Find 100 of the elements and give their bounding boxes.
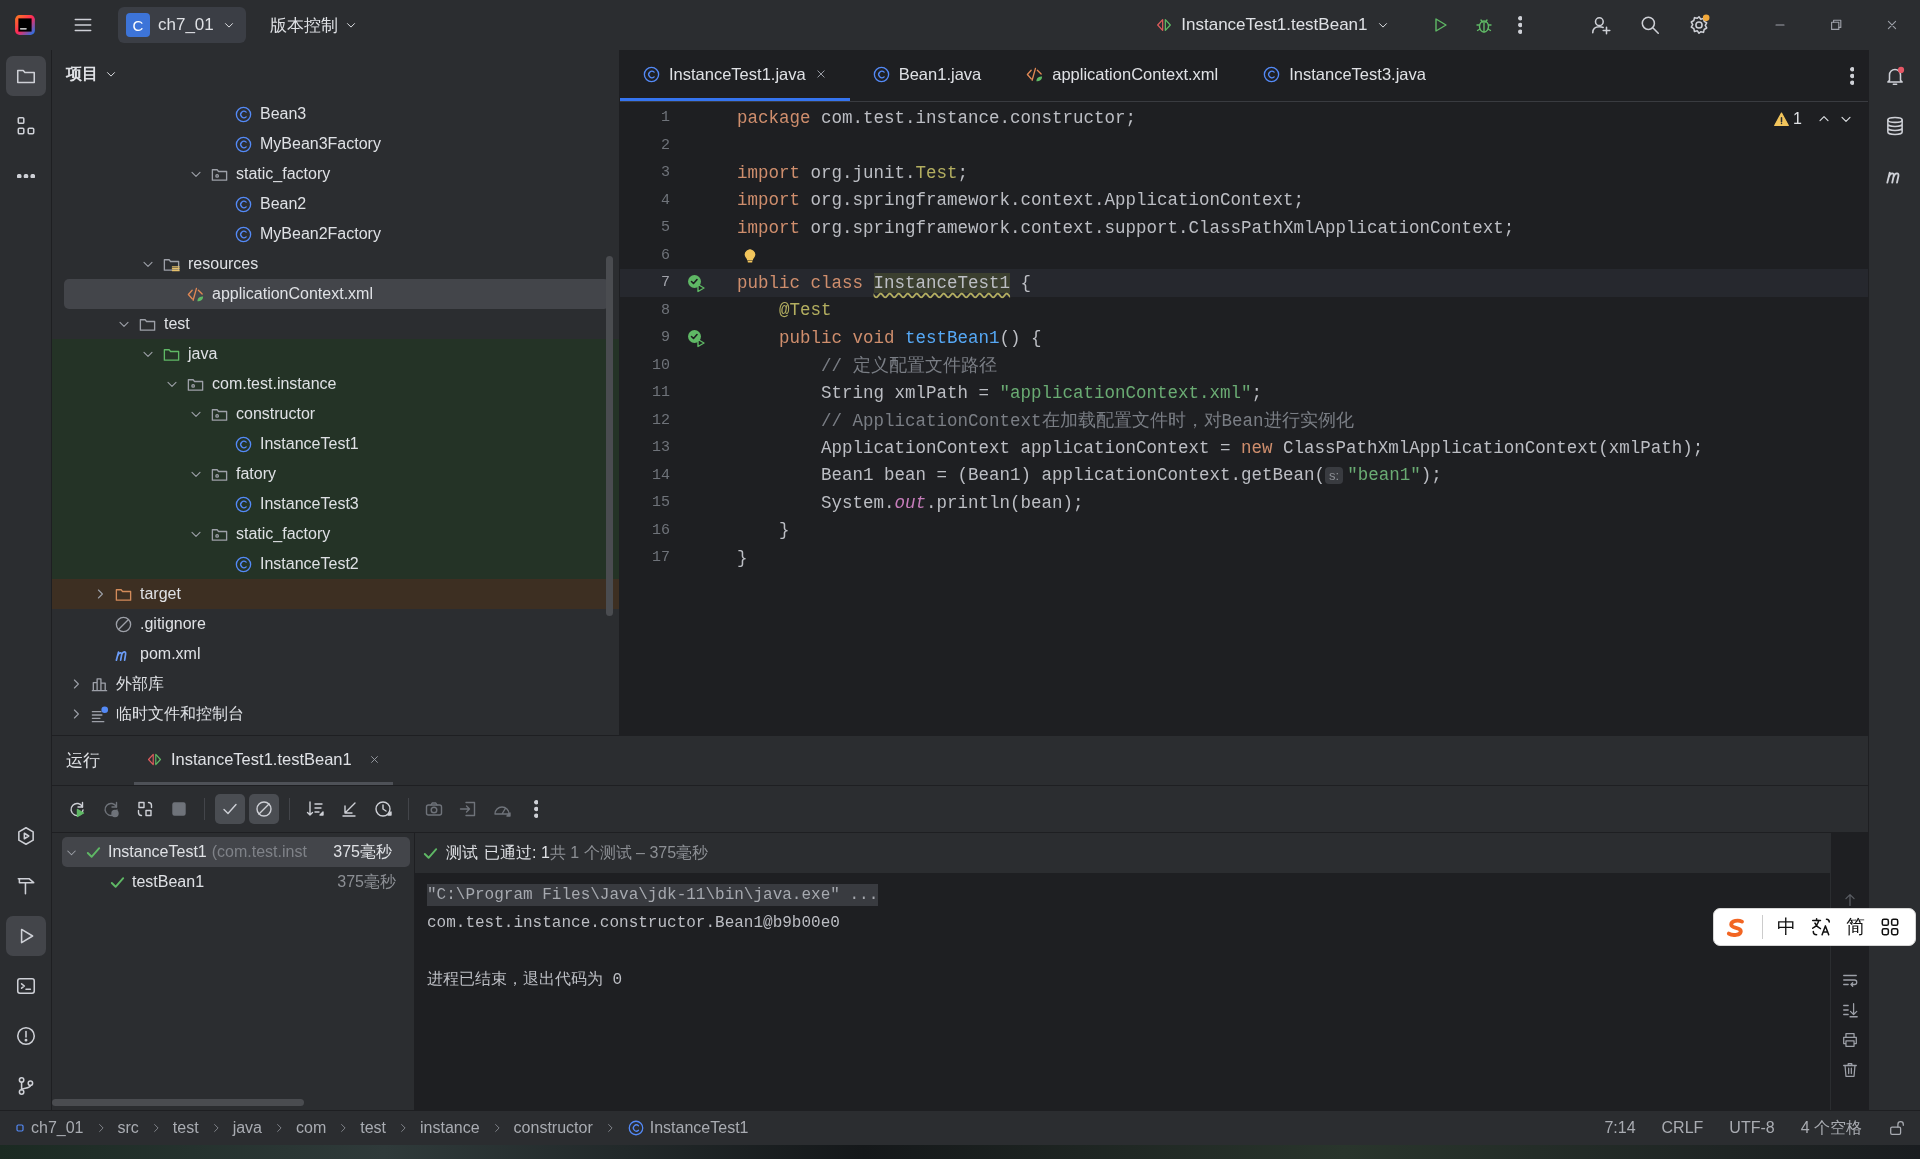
line-number: 13	[651, 439, 670, 457]
warning-icon	[1773, 110, 1791, 128]
class-icon	[234, 194, 253, 214]
tree-item[interactable]: resources	[52, 249, 619, 279]
line-number: 5	[660, 219, 670, 237]
breadcrumb[interactable]: test	[172, 1119, 199, 1137]
status-item[interactable]: UTF-8	[1729, 1119, 1775, 1137]
tree-item[interactable]: pom.xml	[52, 639, 619, 669]
tool-window-title: 运行	[66, 749, 100, 771]
scrollbar[interactable]	[606, 256, 613, 616]
code-line: }	[778, 520, 790, 541]
status-item[interactable]: 7:14	[1604, 1119, 1636, 1137]
tree-item[interactable]: static_factory	[52, 519, 619, 549]
breadcrumb[interactable]: instance	[420, 1119, 480, 1137]
line-number: 11	[651, 384, 670, 402]
more-icon	[16, 173, 35, 179]
test-summary-total: 共 1 个测试 – 375毫秒	[549, 842, 709, 863]
test-summary-result: 已通过: 1	[484, 842, 550, 863]
editor-tab[interactable]: Bean1.java	[849, 50, 1004, 101]
scrollbar[interactable]	[52, 1099, 304, 1106]
test-tree-item[interactable]: InstanceTest1 (com.test.inst 375毫秒	[62, 837, 410, 867]
scroll-to-end-icon[interactable]	[1840, 1001, 1859, 1019]
line-number: 4	[660, 191, 670, 209]
tree-item[interactable]: java	[52, 339, 619, 369]
input-mode-toggle[interactable]: 中	[1777, 914, 1796, 940]
tree-item[interactable]: 临时文件和控制台	[52, 699, 619, 729]
status-item[interactable]: CRLF	[1661, 1119, 1704, 1137]
stop-icon	[169, 799, 189, 819]
tree-item[interactable]: test	[52, 309, 619, 339]
editor-tab[interactable]: applicationContext.xml	[1003, 50, 1241, 101]
rerun-icon	[67, 799, 87, 819]
history-icon	[373, 799, 393, 819]
add-user-icon[interactable]	[1590, 14, 1612, 36]
project-badge: C	[126, 13, 150, 37]
line-number: 2	[660, 136, 670, 154]
lock-icon[interactable]	[1888, 1119, 1906, 1137]
toggle-icon	[135, 799, 155, 819]
translate-icon[interactable]	[1810, 916, 1832, 938]
no-entry-button[interactable]	[249, 794, 279, 824]
run-configuration-selector[interactable]: InstanceTest1.testBean1	[1149, 7, 1396, 43]
breadcrumb[interactable]: ch7_01	[14, 1119, 84, 1137]
more-icon[interactable]	[1849, 66, 1854, 85]
run-test-passed-icon[interactable]	[686, 327, 706, 348]
code-line: Bean1 bean = (Bean1) applicationContext.getBean( s: "bean1");	[820, 465, 1442, 486]
tree-item[interactable]: MyBean3Factory	[52, 129, 619, 159]
project-folder-tool-button[interactable]	[5, 56, 46, 96]
tree-item[interactable]: applicationContext.xml	[64, 279, 609, 309]
run-test-passed-icon[interactable]	[686, 272, 706, 293]
tree-item[interactable]: InstanceTest1	[52, 429, 619, 459]
tree-item[interactable]: constructor	[52, 399, 619, 429]
tree-item[interactable]: InstanceTest3	[52, 489, 619, 519]
tree-item[interactable]: .gitignore	[52, 609, 619, 639]
trash-icon[interactable]	[1840, 1061, 1859, 1079]
test-tree-item[interactable]: testBean1 375毫秒	[52, 867, 414, 897]
search-icon[interactable]	[1639, 14, 1661, 36]
code-line: ApplicationContext applicationContext = new ClassPathXmlApplicationContext(xmlPath);	[820, 437, 1704, 458]
script-toggle[interactable]: 简	[1846, 914, 1865, 940]
rerun-failed-icon	[101, 799, 121, 819]
project-selector[interactable]: C ch7_01	[118, 7, 246, 43]
tree-item[interactable]: Bean3	[52, 99, 619, 129]
breadcrumb[interactable]: test	[360, 1119, 386, 1137]
line-number: 1	[660, 109, 670, 127]
code-line: import org.junit.Test;	[737, 162, 969, 183]
settings-icon[interactable]	[1688, 14, 1710, 36]
editor-tab[interactable]: InstanceTest3.java	[1240, 50, 1448, 101]
breadcrumb[interactable]: com	[296, 1119, 327, 1137]
code-line: import org.springframework.context.support.ClassPathXmlApplicationContext;	[737, 217, 1515, 238]
tree-item[interactable]: com.test.instance	[52, 369, 619, 399]
console-line: 进程已结束，退出代码为 0	[427, 969, 623, 990]
breadcrumb[interactable]: InstanceTest1	[626, 1119, 749, 1137]
tree-item[interactable]: 外部库	[52, 669, 619, 699]
print-icon[interactable]	[1840, 1031, 1859, 1049]
vcs-menu[interactable]: 版本控制	[259, 7, 368, 43]
class-icon	[871, 64, 891, 84]
tree-item[interactable]: static_factory	[52, 159, 619, 189]
run-tab[interactable]: InstanceTest1.testBean1	[134, 736, 393, 785]
more-icon[interactable]	[1517, 16, 1522, 34]
line-number: 3	[660, 164, 670, 182]
tree-item[interactable]: InstanceTest2	[52, 549, 619, 579]
class-icon	[642, 64, 661, 84]
class-icon	[234, 554, 253, 574]
tree-item[interactable]: target	[52, 579, 619, 609]
tree-item[interactable]: Bean2	[52, 189, 619, 219]
code-line: public class InstanceTest1 {	[737, 272, 1032, 293]
grid-menu-icon[interactable]	[1879, 916, 1901, 938]
project-view-selector[interactable]: 项目	[66, 63, 118, 85]
tree-item[interactable]: MyBean2Factory	[52, 219, 619, 249]
code-line: package com.test.instance.constructor;	[737, 107, 1137, 128]
restore-icon[interactable]	[1828, 17, 1844, 33]
run-tool-button[interactable]	[5, 916, 46, 956]
status-item[interactable]: 4 个空格	[1800, 1117, 1862, 1139]
tree-item[interactable]: fatory	[52, 459, 619, 489]
breadcrumb[interactable]: src	[117, 1119, 139, 1137]
code-line: String xmlPath = "applicationContext.xml";	[820, 382, 1263, 403]
class-icon	[234, 104, 253, 124]
breadcrumb[interactable]: constructor	[513, 1119, 593, 1137]
breadcrumb[interactable]: java	[232, 1119, 262, 1137]
inspection-warnings[interactable]: 1	[1773, 110, 1802, 128]
check-button[interactable]	[215, 794, 245, 824]
app-logo-icon	[14, 14, 36, 36]
